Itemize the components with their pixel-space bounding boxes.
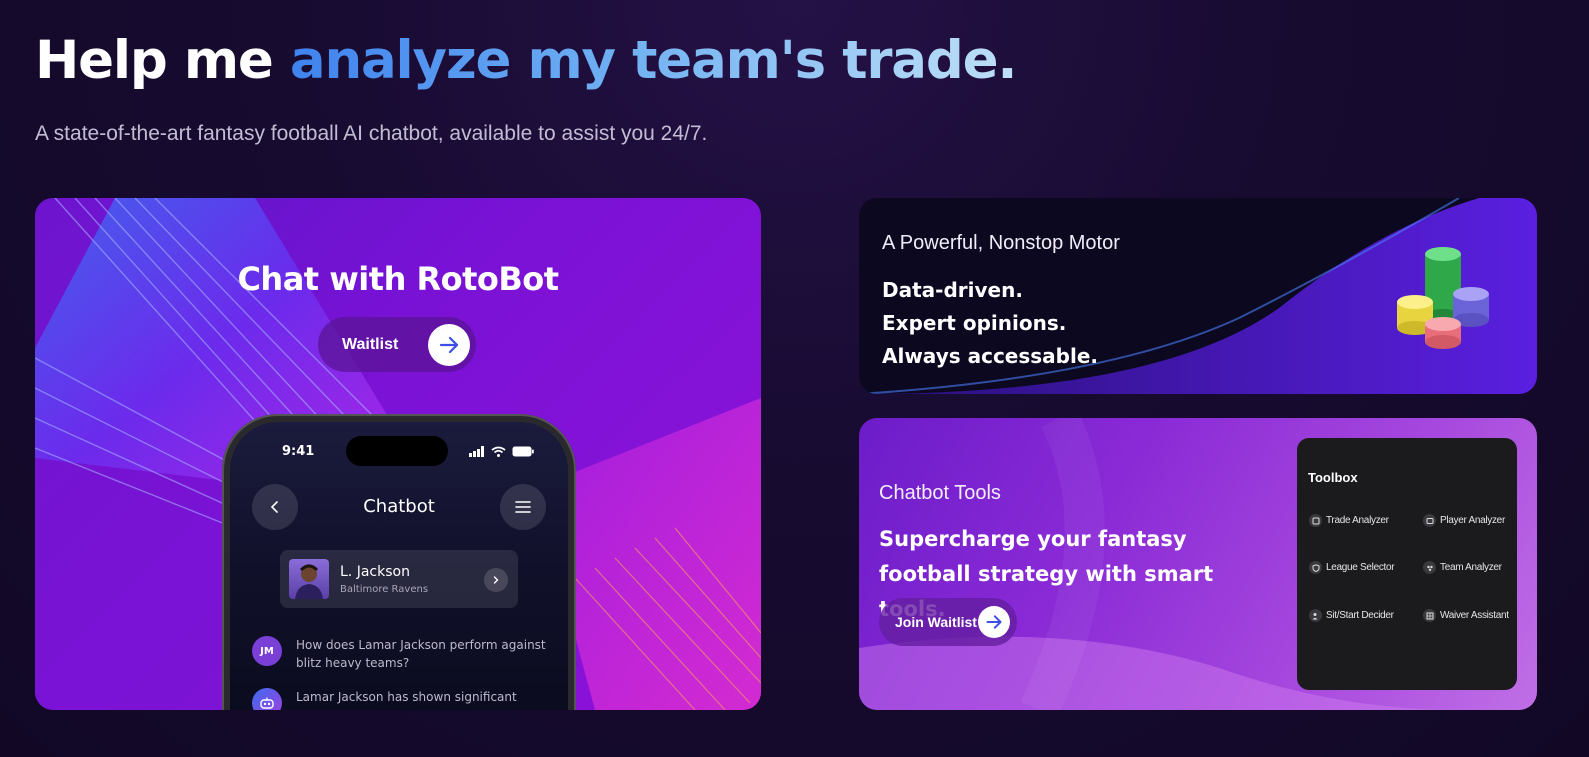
waitlist-button-label: Waitlist [342,335,399,353]
waiver-icon [1423,609,1436,622]
tool-label: Waiver Assistant [1440,610,1509,621]
toolbox-panel: Toolbox Trade Analyzer Player Analyzer L… [1297,438,1517,690]
dynamic-island [346,436,448,466]
hero-title: Help me analyze my team's trade. [35,30,1018,91]
waitlist-button[interactable]: Waitlist [318,317,476,372]
join-waitlist-button[interactable]: Join Waitlist [879,598,1017,646]
hero-title-prefix: Help me [35,30,290,91]
join-waitlist-button-label: Join Waitlist [895,614,977,630]
tool-label: Player Analyzer [1440,515,1505,526]
tool-player-analyzer[interactable]: Player Analyzer [1423,514,1505,527]
hero-subtitle: A state-of-the-art fantasy football AI c… [35,122,708,145]
menu-button[interactable] [500,484,546,530]
status-icons [469,446,534,457]
tool-league-selector[interactable]: League Selector [1309,561,1395,574]
chat-card-title: Chat with RotoBot [237,260,559,298]
battery-icon [512,446,534,457]
tool-label: Trade Analyzer [1326,515,1389,526]
phone-screen: 9:41 Chatbot L. Jackson Baltimore Ravens [230,422,568,710]
player-icon [1423,514,1436,527]
tool-waiver-assistant[interactable]: Waiver Assistant [1423,609,1509,622]
wifi-icon [491,446,506,457]
team-icon [1423,561,1436,574]
tool-team-analyzer[interactable]: Team Analyzer [1423,561,1502,574]
trade-icon [1309,514,1322,527]
motor-card-kicker: A Powerful, Nonstop Motor [882,232,1120,254]
robot-icon [260,697,274,709]
tools-card: Chatbot Tools Supercharge your fantasy f… [859,418,1537,710]
arrow-right-icon [428,323,470,366]
motor-line-2: Expert opinions. [882,311,1067,335]
decider-icon [1309,609,1322,622]
motor-card: A Powerful, Nonstop Motor Data-driven. E… [859,198,1537,394]
signal-icon [469,446,484,457]
bot-avatar [252,688,282,710]
motor-line-1: Data-driven. [882,278,1023,302]
tool-label: Team Analyzer [1440,562,1502,573]
motor-line-3: Always accessable. [882,344,1099,368]
tool-sit-start-decider[interactable]: Sit/Start Decider [1309,609,1394,622]
phone-mockup: 9:41 Chatbot L. Jackson Baltimore Ravens [222,414,576,710]
status-time: 9:41 [282,444,315,459]
player-card[interactable]: L. Jackson Baltimore Ravens [280,550,518,608]
user-message: How does Lamar Jackson perform against b… [296,638,546,670]
bot-message: Lamar Jackson has shown significant [296,690,517,704]
user-avatar: JM [252,636,282,666]
hero-title-accent: analyze my team's trade. [289,30,1018,91]
hamburger-menu-icon [515,501,531,513]
chevron-right-icon [484,568,508,592]
tools-card-kicker: Chatbot Tools [879,482,1001,504]
tool-label: Sit/Start Decider [1326,610,1394,621]
toolbox-title: Toolbox [1308,470,1358,485]
player-name: L. Jackson [340,564,410,580]
motor-card-lines: Data-driven. Expert opinions. Always acc… [882,274,1098,373]
tool-trade-analyzer[interactable]: Trade Analyzer [1309,514,1389,527]
tool-label: League Selector [1326,562,1395,573]
chat-card: Chat with RotoBot Waitlist 9:41 Chatbot [35,198,761,710]
stacked-cylinders-icon [1397,247,1489,349]
arrow-right-icon [978,606,1010,638]
player-team: Baltimore Ravens [340,584,429,595]
player-avatar [289,559,329,599]
shield-icon [1309,561,1322,574]
